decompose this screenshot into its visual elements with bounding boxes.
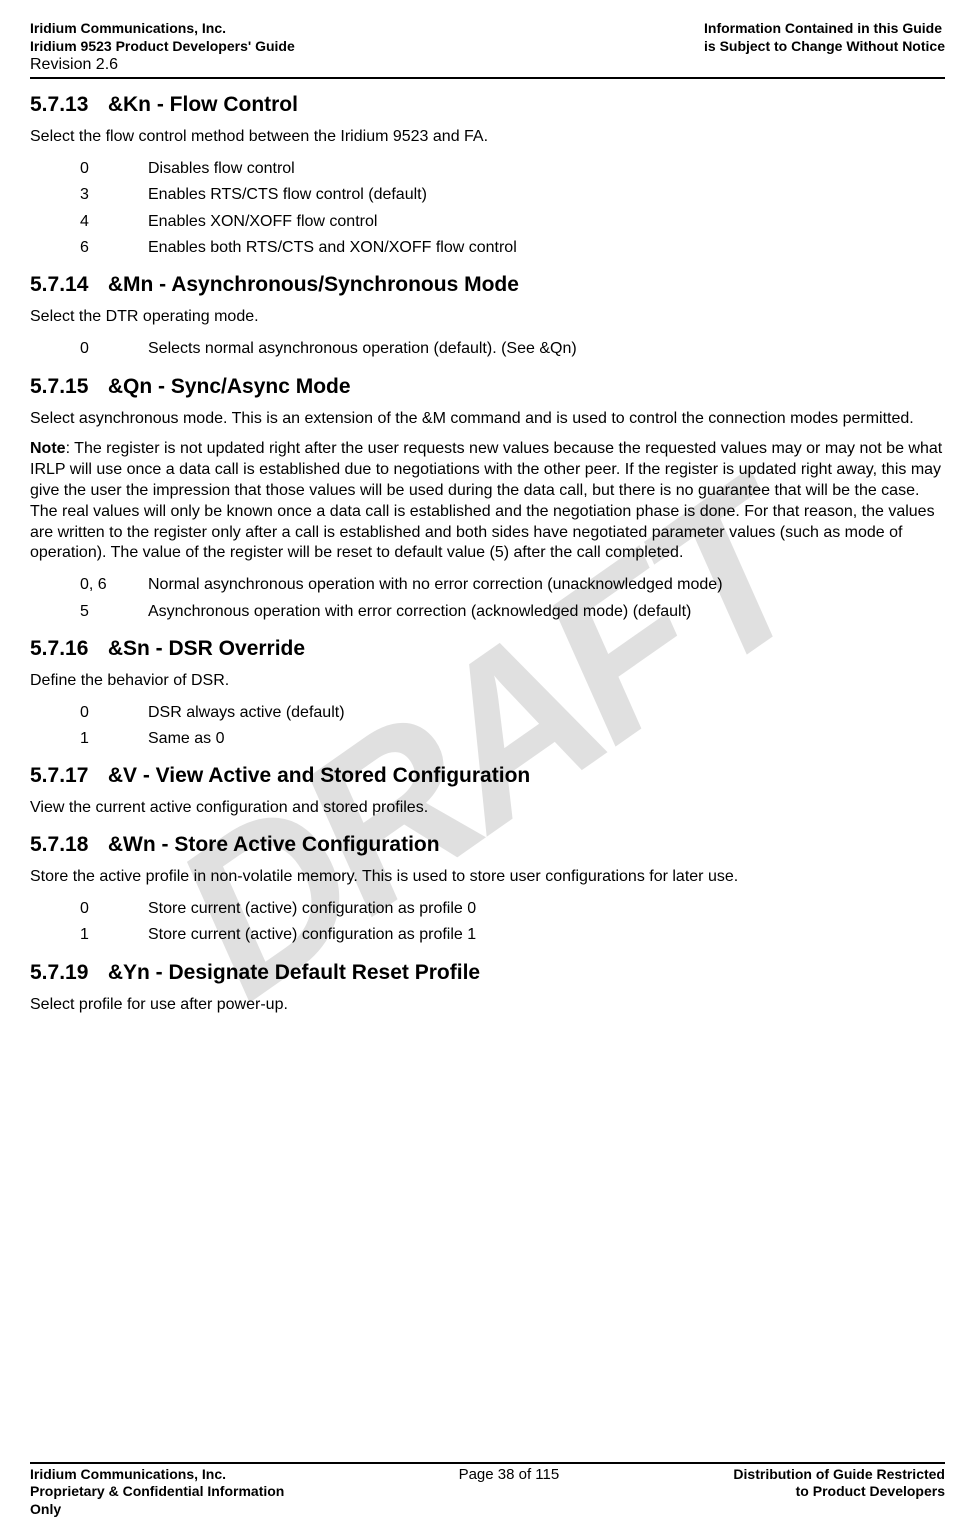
option-key: 0 — [80, 338, 148, 360]
option-value: Enables RTS/CTS flow control (default) — [148, 184, 945, 206]
option-key: 0 — [80, 702, 148, 724]
option-key: 4 — [80, 211, 148, 233]
option-value: Selects normal asynchronous operation (d… — [148, 338, 945, 360]
option-key: 0 — [80, 898, 148, 920]
option-row: 4Enables XON/XOFF flow control — [80, 211, 945, 233]
section-intro: Select profile for use after power-up. — [30, 995, 945, 1016]
option-row: 1Store current (active) configuration as… — [80, 924, 945, 946]
footer-page-number: Page 38 of 115 — [459, 1466, 560, 1483]
option-value: Asynchronous operation with error correc… — [148, 601, 945, 623]
section-note: Note: The register is not updated right … — [30, 439, 945, 564]
header-company: Iridium Communications, Inc. — [30, 20, 295, 38]
option-value: Store current (active) configuration as … — [148, 924, 945, 946]
footer-only: Only — [30, 1501, 284, 1519]
section-heading: 5.7.14 &Mn - Asynchronous/Synchronous Mo… — [30, 273, 945, 297]
footer-company: Iridium Communications, Inc. — [30, 1466, 284, 1484]
option-row: 1Same as 0 — [80, 728, 945, 750]
header-info-line1: Information Contained in this Guide — [704, 20, 945, 38]
section-intro: Select the flow control method between t… — [30, 127, 945, 148]
option-row: 6Enables both RTS/CTS and XON/XOFF flow … — [80, 237, 945, 259]
option-key: 3 — [80, 184, 148, 206]
footer-confidential: Proprietary & Confidential Information — [30, 1483, 284, 1501]
header-right: Information Contained in this Guide is S… — [704, 20, 945, 75]
option-row: 0DSR always active (default) — [80, 702, 945, 724]
footer-left: Iridium Communications, Inc. Proprietary… — [30, 1466, 284, 1519]
section-heading: 5.7.13 &Kn - Flow Control — [30, 93, 945, 117]
option-key: 6 — [80, 237, 148, 259]
footer-distribution-line2: to Product Developers — [733, 1483, 945, 1501]
header-revision: Revision 2.6 — [30, 55, 295, 75]
section-number: 5.7.16 — [30, 637, 102, 661]
option-key: 0 — [80, 158, 148, 180]
page-header: Iridium Communications, Inc. Iridium 952… — [30, 20, 945, 79]
section-intro: View the current active configuration an… — [30, 798, 945, 819]
option-value: Store current (active) configuration as … — [148, 898, 945, 920]
option-value: Enables XON/XOFF flow control — [148, 211, 945, 233]
footer-distribution-line1: Distribution of Guide Restricted — [733, 1466, 945, 1484]
option-value: Same as 0 — [148, 728, 945, 750]
section-heading: 5.7.17 &V - View Active and Stored Confi… — [30, 764, 945, 788]
section-title: &Yn - Designate Default Reset Profile — [108, 961, 480, 984]
option-row: 3Enables RTS/CTS flow control (default) — [80, 184, 945, 206]
section-number: 5.7.17 — [30, 764, 102, 788]
option-key: 0, 6 — [80, 574, 148, 596]
section-heading: 5.7.18 &Wn - Store Active Configuration — [30, 833, 945, 857]
option-row: 0Disables flow control — [80, 158, 945, 180]
section-intro: Store the active profile in non-volatile… — [30, 867, 945, 888]
option-key: 5 — [80, 601, 148, 623]
note-text: : The register is not updated right afte… — [30, 440, 942, 561]
option-value: Normal asynchronous operation with no er… — [148, 574, 945, 596]
section-intro: Select the DTR operating mode. — [30, 307, 945, 328]
section-number: 5.7.15 — [30, 375, 102, 399]
footer-right: Distribution of Guide Restricted to Prod… — [733, 1466, 945, 1501]
note-label: Note — [30, 440, 66, 457]
option-row: 0, 6Normal asynchronous operation with n… — [80, 574, 945, 596]
section-title: &V - View Active and Stored Configuratio… — [108, 764, 530, 787]
section-heading: 5.7.19 &Yn - Designate Default Reset Pro… — [30, 961, 945, 985]
option-key: 1 — [80, 924, 148, 946]
section-intro: Select asynchronous mode. This is an ext… — [30, 409, 945, 430]
section-number: 5.7.13 — [30, 93, 102, 117]
section-number: 5.7.14 — [30, 273, 102, 297]
header-info-line2: is Subject to Change Without Notice — [704, 38, 945, 56]
section-title: &Qn - Sync/Async Mode — [108, 375, 351, 398]
section-number: 5.7.19 — [30, 961, 102, 985]
page-content: Iridium Communications, Inc. Iridium 952… — [30, 20, 945, 1016]
option-row: 5Asynchronous operation with error corre… — [80, 601, 945, 623]
option-value: Disables flow control — [148, 158, 945, 180]
section-number: 5.7.18 — [30, 833, 102, 857]
header-left: Iridium Communications, Inc. Iridium 952… — [30, 20, 295, 75]
section-title: &Sn - DSR Override — [108, 637, 305, 660]
page-footer: Iridium Communications, Inc. Proprietary… — [30, 1462, 945, 1519]
section-heading: 5.7.16 &Sn - DSR Override — [30, 637, 945, 661]
option-value: DSR always active (default) — [148, 702, 945, 724]
section-heading: 5.7.15 &Qn - Sync/Async Mode — [30, 375, 945, 399]
option-row: 0Selects normal asynchronous operation (… — [80, 338, 945, 360]
option-row: 0Store current (active) configuration as… — [80, 898, 945, 920]
section-title: &Mn - Asynchronous/Synchronous Mode — [108, 273, 519, 296]
option-value: Enables both RTS/CTS and XON/XOFF flow c… — [148, 237, 945, 259]
section-title: &Kn - Flow Control — [108, 93, 298, 116]
section-intro: Define the behavior of DSR. — [30, 671, 945, 692]
section-title: &Wn - Store Active Configuration — [108, 833, 440, 856]
option-key: 1 — [80, 728, 148, 750]
header-guide-title: Iridium 9523 Product Developers' Guide — [30, 38, 295, 56]
